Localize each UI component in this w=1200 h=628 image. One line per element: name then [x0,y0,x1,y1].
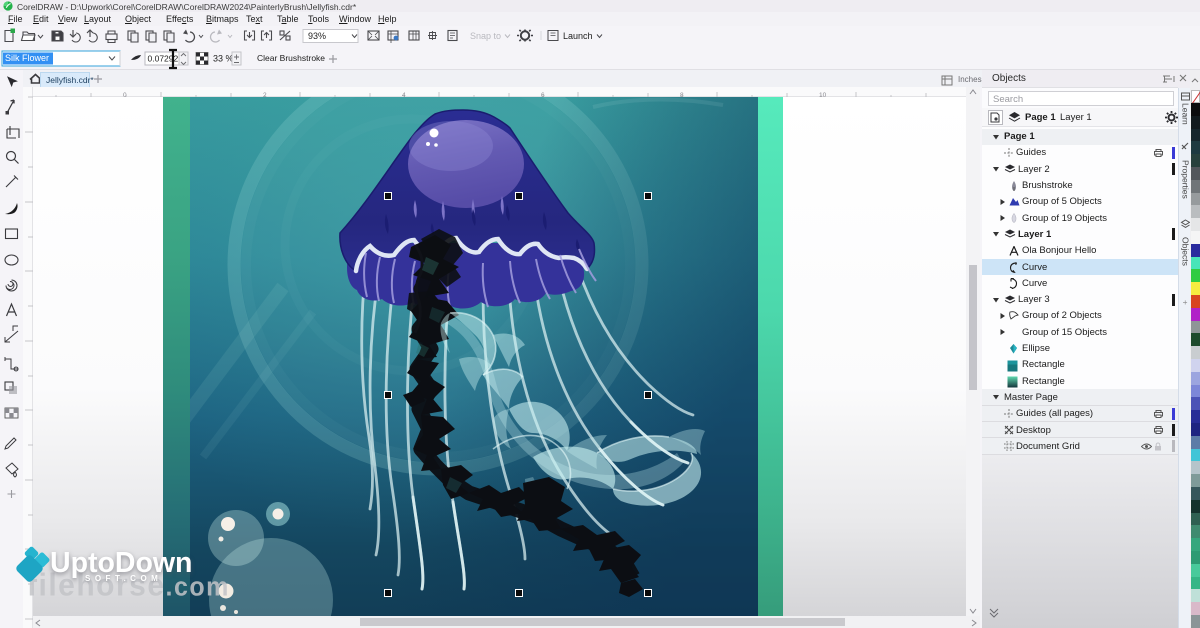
svg-text:Launch: Launch [563,31,593,41]
svg-text:Snap to: Snap to [470,31,501,41]
svg-text:Silk Flower: Silk Flower [5,53,49,63]
svg-text:33 %: 33 % [213,54,234,64]
svg-text:93%: 93% [308,31,326,41]
svg-text:Clear Brushstroke: Clear Brushstroke [257,53,325,63]
